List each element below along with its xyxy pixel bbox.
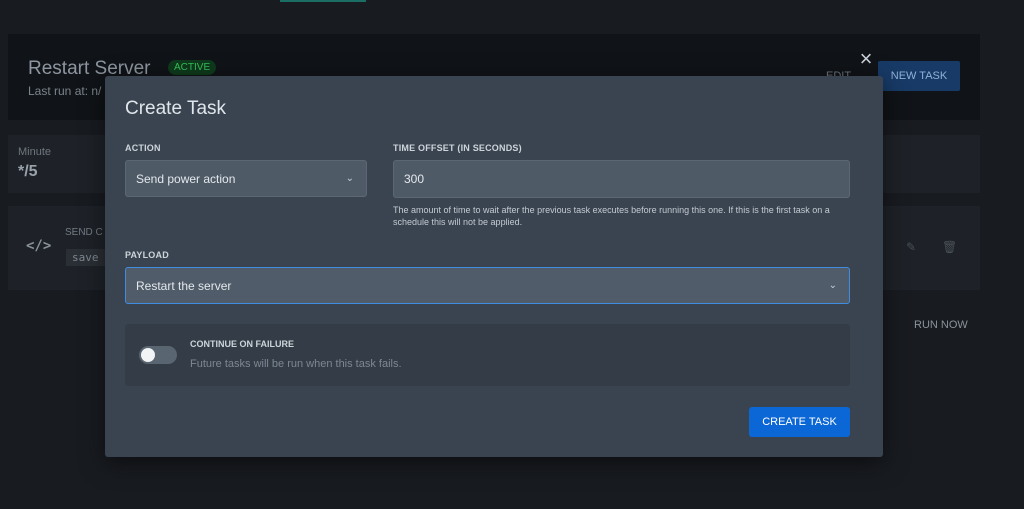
pencil-icon[interactable]: ✎ (906, 240, 916, 254)
create-task-modal: Create Task ACTION Send power action ⌄ T… (105, 76, 883, 457)
cron-minute-label: Minute (18, 146, 52, 158)
time-offset-value: 300 (404, 172, 425, 186)
continue-on-failure-toggle[interactable] (139, 346, 177, 364)
action-select[interactable]: Send power action ⌄ (125, 160, 367, 197)
last-run-text: Last run at: n/ (28, 84, 102, 98)
time-offset-help: The amount of time to wait after the pre… (393, 205, 830, 227)
modal-title: Create Task (125, 98, 227, 119)
continue-on-failure-description: Future tasks will be run when this task … (190, 358, 402, 370)
task-label: SEND C (65, 227, 103, 238)
close-icon[interactable]: × (856, 48, 876, 70)
top-accent-bar (280, 0, 366, 2)
payload-select[interactable]: Restart the server ⌄ (125, 267, 850, 304)
payload-label: PAYLOAD (125, 250, 169, 260)
action-select-value: Send power action (136, 171, 236, 186)
code-icon: </> (26, 238, 52, 254)
new-task-button[interactable]: NEW TASK (878, 61, 960, 91)
payload-select-value: Restart the server (136, 278, 232, 293)
chevron-down-icon: ⌄ (828, 279, 837, 291)
continue-on-failure-title: CONTINUE ON FAILURE (190, 339, 295, 349)
continue-on-failure-panel: CONTINUE ON FAILURE Future tasks will be… (125, 324, 850, 386)
toggle-knob (141, 348, 155, 362)
run-now-button[interactable]: RUN NOW (914, 319, 968, 331)
trash-icon[interactable]: 🗑 (942, 240, 957, 254)
task-code: save (66, 249, 105, 266)
time-offset-input[interactable]: 300 (393, 160, 850, 198)
chevron-down-icon: ⌄ (345, 172, 354, 184)
create-task-button[interactable]: CREATE TASK (749, 407, 850, 437)
time-offset-label: TIME OFFSET (IN SECONDS) (393, 143, 522, 153)
status-badge: ACTIVE (168, 60, 217, 75)
action-label: ACTION (125, 143, 161, 153)
cron-minute-value: */5 (18, 163, 38, 180)
